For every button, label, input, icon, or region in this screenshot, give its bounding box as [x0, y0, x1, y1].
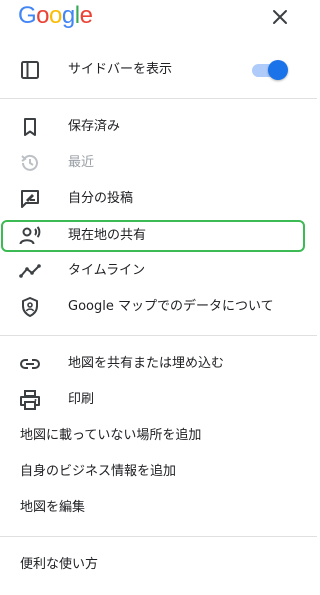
menu-item-add-business[interactable]: 自身のビジネス情報を追加 — [0, 454, 317, 490]
menu-item-contributions[interactable]: 自分の投稿 — [0, 181, 317, 217]
menu-item-label: タイムライン — [68, 263, 146, 278]
menu-item-timeline[interactable]: タイムライン — [0, 253, 317, 289]
menu-item-label: 印刷 — [68, 392, 95, 407]
sidebar-toggle-item[interactable]: サイドバーを表示 — [0, 52, 317, 88]
toggle-knob — [268, 60, 288, 80]
menu-item-label: 自身のビジネス情報を追加 — [20, 464, 177, 479]
highlight-box — [1, 220, 305, 252]
menu-item-label: 保存済み — [68, 119, 121, 134]
divider — [0, 536, 317, 537]
menu-item-data-policy[interactable]: Google マップでのデータについて — [0, 289, 317, 325]
sidebar-icon — [21, 61, 39, 79]
menu-item-saved[interactable]: 保存済み — [0, 109, 317, 145]
menu-item-recent: 最近 — [0, 145, 317, 181]
menu-item-tips[interactable]: 便利な使い方 — [0, 547, 317, 583]
close-icon[interactable] — [268, 5, 292, 29]
menu-item-label: 地図に載っていない場所を追加 — [20, 428, 202, 443]
menu-item-add-missing-place[interactable]: 地図に載っていない場所を追加 — [0, 418, 317, 454]
bookmark-icon — [24, 118, 36, 136]
menu-item-share-embed[interactable]: 地図を共有または埋め込む — [0, 346, 317, 382]
rate-review-icon — [21, 190, 39, 208]
sidebar-toggle-label: サイドバーを表示 — [68, 62, 173, 77]
timeline-icon — [19, 264, 41, 278]
menu-item-label: 地図を編集 — [20, 500, 86, 515]
sidebar-toggle-switch[interactable] — [250, 60, 290, 80]
menu-item-label: 自分の投稿 — [68, 191, 134, 206]
shield-icon — [22, 297, 38, 317]
divider — [0, 335, 317, 336]
history-icon — [21, 154, 38, 171]
menu-item-edit-map[interactable]: 地図を編集 — [0, 490, 317, 526]
menu-item-label: Google マップでのデータについて — [68, 299, 274, 314]
divider — [0, 98, 317, 99]
print-icon — [20, 390, 40, 410]
header: Google — [0, 0, 317, 36]
link-icon — [20, 359, 40, 369]
google-logo[interactable]: Google — [18, 2, 93, 30]
menu-item-label: 便利な使い方 — [20, 557, 99, 572]
menu-item-label: 最近 — [68, 155, 95, 170]
menu-item-label: 地図を共有または埋め込む — [68, 356, 225, 371]
menu-item-print[interactable]: 印刷 — [0, 382, 317, 418]
